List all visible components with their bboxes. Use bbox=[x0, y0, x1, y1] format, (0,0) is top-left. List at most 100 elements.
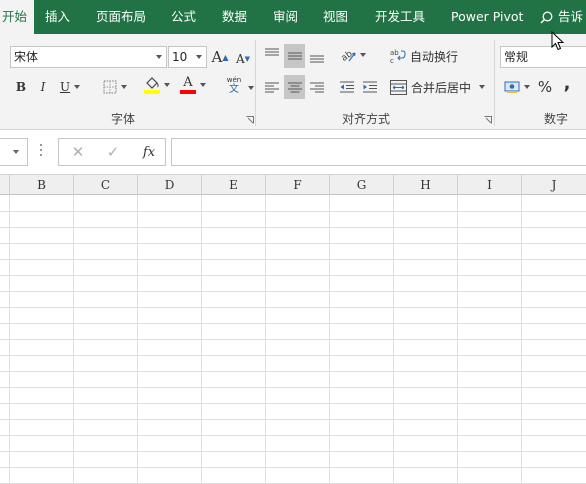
column-gridline bbox=[393, 195, 394, 484]
tab-data[interactable]: 数据 bbox=[222, 0, 247, 34]
shrink-font-label: A bbox=[235, 52, 245, 66]
column-header-c[interactable]: C bbox=[74, 175, 138, 195]
shrink-font-button[interactable]: A ▼ bbox=[234, 48, 252, 70]
phonetic-guide-button[interactable]: wén 文 bbox=[220, 74, 248, 96]
row-gridline bbox=[0, 307, 586, 308]
insert-function-button[interactable]: fx bbox=[136, 138, 162, 166]
merge-center-label: 合并后居中 bbox=[411, 80, 472, 95]
align-center-icon bbox=[287, 82, 302, 93]
font-size-combo[interactable]: 10 bbox=[168, 46, 207, 68]
ribbon-home: 宋体 10 A ▲ A ▼ B I U A wén 文 字体 ab ab c 自动换行 bbox=[0, 34, 586, 130]
dialog-launcher-icon[interactable] bbox=[246, 116, 254, 124]
tab-formulas[interactable]: 公式 bbox=[171, 0, 196, 34]
borders-button[interactable] bbox=[100, 76, 130, 98]
column-header-e[interactable]: E bbox=[202, 175, 266, 195]
row-gridline bbox=[0, 467, 586, 468]
row-gridline bbox=[0, 323, 586, 324]
tab-home[interactable]: 开始 bbox=[0, 0, 34, 35]
pinyin-bottom: 文 bbox=[229, 84, 239, 95]
column-header-b[interactable]: B bbox=[10, 175, 74, 195]
font-name-combo[interactable]: 宋体 bbox=[10, 46, 167, 68]
grow-font-button[interactable]: A ▲ bbox=[211, 46, 229, 68]
number-format-value: 常规 bbox=[504, 50, 529, 64]
align-right-button[interactable] bbox=[307, 76, 327, 98]
worksheet-grid[interactable]: B C D E F G H I J bbox=[0, 175, 586, 484]
formula-input[interactable] bbox=[171, 138, 586, 166]
tab-power-pivot[interactable]: Power Pivot bbox=[451, 0, 523, 34]
comma-style-button[interactable]: , bbox=[559, 72, 575, 94]
paint-bucket-icon bbox=[144, 77, 160, 94]
chevron-down-icon bbox=[74, 85, 81, 89]
decrease-indent-button[interactable] bbox=[336, 76, 358, 98]
accounting-format-button[interactable] bbox=[501, 76, 533, 98]
wrap-text-label: 自动换行 bbox=[410, 49, 459, 64]
percent-style-button[interactable]: % bbox=[535, 76, 555, 98]
underline-button[interactable]: U bbox=[56, 76, 84, 98]
align-left-icon bbox=[265, 82, 279, 93]
search-icon bbox=[540, 11, 553, 24]
row-gridline bbox=[0, 435, 586, 436]
column-gridline bbox=[9, 195, 10, 484]
borders-icon bbox=[103, 80, 117, 94]
tab-page-layout[interactable]: 页面布局 bbox=[96, 0, 146, 34]
chevron-down-icon bbox=[200, 83, 206, 87]
tell-me-label: 告诉 bbox=[558, 9, 584, 24]
tab-review[interactable]: 审阅 bbox=[273, 0, 298, 34]
row-gridline bbox=[0, 243, 586, 244]
align-middle-button[interactable] bbox=[284, 44, 305, 68]
row-gridline bbox=[0, 419, 586, 420]
name-box[interactable] bbox=[0, 138, 28, 166]
svg-text:c: c bbox=[390, 57, 394, 64]
align-center-button[interactable] bbox=[284, 75, 305, 99]
align-top-icon bbox=[265, 48, 279, 56]
merge-center-icon bbox=[390, 79, 407, 95]
column-header-h[interactable]: H bbox=[394, 175, 458, 195]
align-top-button[interactable] bbox=[262, 43, 282, 65]
number-group-label: 数字 bbox=[544, 112, 569, 126]
tell-me-search[interactable]: 告诉 bbox=[540, 0, 583, 34]
italic-button[interactable]: I bbox=[33, 76, 53, 98]
column-header-g[interactable]: G bbox=[330, 175, 394, 195]
font-color-button[interactable]: A bbox=[178, 74, 208, 96]
svg-text:ab: ab bbox=[390, 49, 399, 57]
tab-developer[interactable]: 开发工具 bbox=[375, 0, 425, 34]
dialog-launcher-icon[interactable] bbox=[484, 116, 492, 124]
tab-insert[interactable]: 插入 bbox=[45, 0, 70, 34]
align-left-button[interactable] bbox=[262, 76, 282, 98]
tab-view[interactable]: 视图 bbox=[323, 0, 348, 34]
fill-color-button[interactable] bbox=[142, 74, 172, 96]
column-gridline bbox=[137, 195, 138, 484]
enter-icon[interactable]: ✓ bbox=[101, 138, 125, 166]
chevron-down-icon bbox=[196, 55, 202, 59]
ribbon-tab-bar: 开始 插入 页面布局 公式 数据 审阅 视图 开发工具 Power Pivot … bbox=[0, 0, 586, 35]
caret-up-icon: ▲ bbox=[222, 52, 229, 62]
chevron-down-icon bbox=[164, 83, 170, 87]
column-header-i[interactable]: I bbox=[458, 175, 522, 195]
row-gridline bbox=[0, 259, 586, 260]
increase-indent-icon bbox=[363, 81, 377, 93]
group-divider bbox=[255, 40, 256, 126]
number-format-combo[interactable]: 常规 bbox=[500, 46, 586, 68]
wrap-text-button[interactable]: ab c 自动换行 bbox=[390, 45, 462, 67]
group-divider bbox=[494, 40, 495, 126]
column-header-a[interactable] bbox=[0, 175, 10, 195]
caret-down-icon: ▼ bbox=[244, 55, 251, 63]
resize-handle[interactable] bbox=[40, 144, 42, 158]
align-bottom-button[interactable] bbox=[307, 46, 327, 68]
column-header-f[interactable]: F bbox=[266, 175, 330, 195]
cancel-icon[interactable]: ✕ bbox=[66, 138, 90, 166]
row-gridline bbox=[0, 387, 586, 388]
chevron-down-icon[interactable] bbox=[248, 86, 254, 90]
row-gridline bbox=[0, 355, 586, 356]
merge-center-button[interactable]: 合并后居中 bbox=[390, 76, 488, 98]
orientation-button[interactable]: ab bbox=[337, 44, 369, 66]
column-header-j[interactable]: J bbox=[522, 175, 586, 195]
chevron-down-icon bbox=[524, 85, 530, 89]
font-color-label: A bbox=[180, 76, 196, 94]
column-gridline bbox=[265, 195, 266, 484]
bold-button[interactable]: B bbox=[11, 76, 31, 98]
align-right-icon bbox=[310, 82, 324, 93]
increase-indent-button[interactable] bbox=[359, 76, 381, 98]
column-header-d[interactable]: D bbox=[138, 175, 202, 195]
column-gridline bbox=[521, 195, 522, 484]
